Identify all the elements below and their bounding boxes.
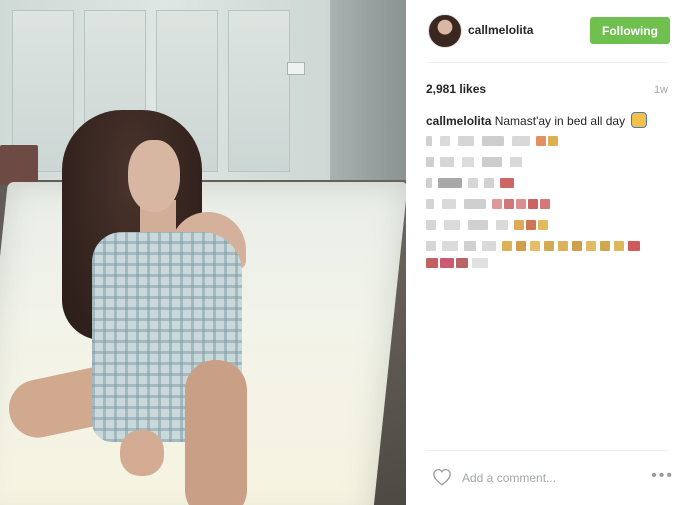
censored-comment xyxy=(426,136,576,148)
photo-light-switch xyxy=(287,62,305,75)
caption-text: Namast'ay in bed all day xyxy=(494,114,626,128)
likes-count[interactable]: 2,981 likes xyxy=(426,82,486,96)
censored-comment xyxy=(426,258,506,270)
add-comment-input[interactable] xyxy=(460,466,634,490)
censored-comment xyxy=(426,199,566,211)
more-options-icon[interactable]: ••• xyxy=(651,467,674,485)
comment-divider xyxy=(426,450,668,451)
photo-hand xyxy=(120,430,164,476)
post-side-panel: callmelolita Following 2,981 likes 1w ca… xyxy=(406,0,688,505)
pray-emoji-icon xyxy=(631,112,648,128)
following-button[interactable]: Following xyxy=(590,17,670,44)
photo-leg-right xyxy=(185,360,247,505)
instagram-post: callmelolita Following 2,981 likes 1w ca… xyxy=(0,0,688,505)
photo-doorway xyxy=(330,0,406,190)
caption: callmelolita Namast'ay in bed all day xyxy=(426,112,671,129)
header-divider xyxy=(426,62,668,63)
photo-shelf xyxy=(0,145,38,185)
post-photo[interactable] xyxy=(0,0,406,505)
avatar[interactable] xyxy=(428,14,462,48)
header-username[interactable]: callmelolita xyxy=(468,23,533,37)
post-time[interactable]: 1w xyxy=(654,84,668,96)
censored-comment xyxy=(426,241,666,253)
photo-face xyxy=(128,140,180,212)
comment-row: ••• xyxy=(426,464,674,490)
censored-comment xyxy=(426,220,566,232)
censored-comment xyxy=(426,157,536,169)
heart-icon[interactable] xyxy=(432,468,452,486)
caption-username[interactable]: callmelolita xyxy=(426,114,491,128)
censored-comment xyxy=(426,178,526,190)
